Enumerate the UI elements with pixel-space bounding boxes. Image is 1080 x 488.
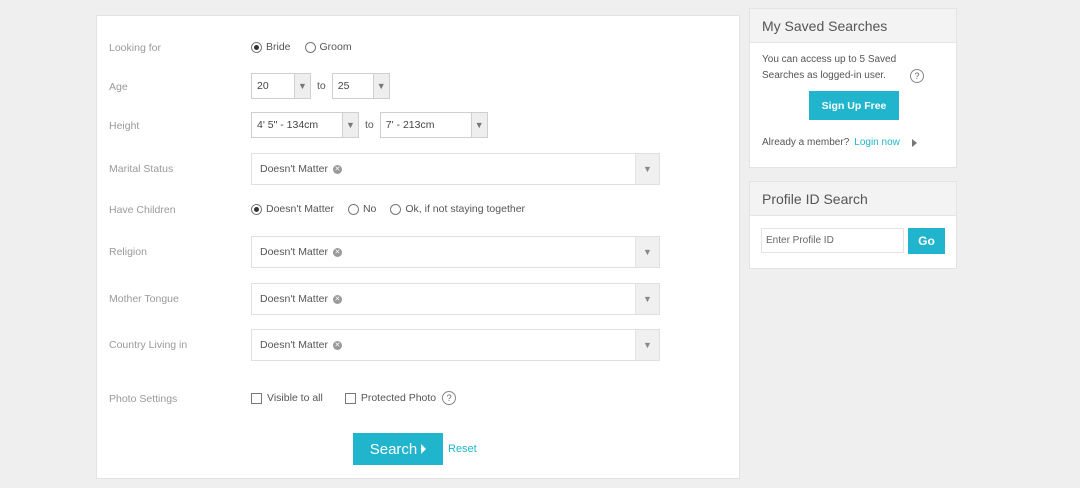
radio-doesnt-matter-icon[interactable]: [251, 203, 262, 215]
radio-no-icon[interactable]: [347, 203, 359, 215]
reset-link[interactable]: Reset: [448, 443, 477, 455]
radio-ok-not-staying[interactable]: Ok, if not staying together: [390, 203, 525, 215]
selected-tag: Doesn't Matter ✕: [260, 339, 342, 351]
age-from-select[interactable]: 20 ▼: [251, 73, 311, 99]
height-label: Height: [109, 120, 140, 132]
height-from-select[interactable]: 4' 5" - 134cm ▼: [251, 112, 359, 138]
radio-doesnt-matter[interactable]: Doesn't Matter: [251, 203, 334, 215]
chevron-down-icon[interactable]: ▼: [635, 154, 659, 184]
member-line: Already a member? Login now: [762, 137, 917, 148]
looking-for-label: Looking for: [109, 42, 161, 54]
chevron-down-icon[interactable]: ▼: [372, 74, 389, 98]
chevron-down-icon[interactable]: ▼: [342, 113, 358, 137]
radio-bride[interactable]: Bride: [251, 41, 291, 53]
chevron-down-icon[interactable]: ▼: [635, 237, 659, 267]
looking-for-options: Bride Groom: [251, 41, 366, 53]
radio-ok-not-staying-icon[interactable]: [390, 203, 402, 215]
search-button[interactable]: Search: [353, 433, 443, 465]
profile-id-search-panel: Profile ID Search Go: [749, 181, 957, 269]
age-to-text: to: [317, 80, 326, 92]
photo-settings-label: Photo Settings: [109, 393, 178, 405]
country-select[interactable]: Doesn't Matter ✕ ▼: [251, 329, 660, 361]
checkbox-visible-icon[interactable]: [251, 392, 262, 404]
country-label: Country Living in: [109, 339, 188, 351]
radio-groom[interactable]: Groom: [304, 41, 352, 53]
arrow-right-icon[interactable]: [911, 138, 917, 147]
radio-bride-icon[interactable]: [251, 41, 262, 53]
marital-status-label: Marital Status: [109, 163, 174, 175]
have-children-options: Doesn't Matter No Ok, if not staying tog…: [251, 203, 539, 215]
selected-tag: Doesn't Matter ✕: [260, 293, 342, 305]
mother-tongue-label: Mother Tongue: [109, 293, 179, 305]
saved-searches-text: You can access up to 5 Saved Searches as…: [762, 54, 897, 81]
have-children-label: Have Children: [109, 204, 176, 216]
checkbox-protected-photo[interactable]: Protected Photo: [344, 392, 436, 404]
chevron-down-icon[interactable]: ▼: [470, 113, 487, 137]
selected-tag: Doesn't Matter ✕: [260, 246, 342, 258]
height-to-select[interactable]: 7' - 213cm ▼: [379, 112, 488, 138]
age-to-select[interactable]: 25 ▼: [331, 73, 390, 99]
remove-icon[interactable]: ✕: [332, 164, 342, 174]
chevron-down-icon[interactable]: ▼: [635, 330, 659, 360]
profile-id-search-title: Profile ID Search: [750, 182, 956, 216]
remove-icon[interactable]: ✕: [332, 340, 342, 350]
checkbox-visible-to-all[interactable]: Visible to all: [251, 392, 323, 404]
search-form-panel: Looking for Bride Groom Age 20 ▼ to 25 ▼…: [96, 15, 740, 479]
chevron-down-icon[interactable]: ▼: [294, 74, 310, 98]
go-button[interactable]: Go: [908, 228, 945, 254]
saved-searches-panel: My Saved Searches You can access up to 5…: [749, 8, 957, 168]
help-icon[interactable]: ?: [910, 69, 924, 83]
remove-icon[interactable]: ✕: [332, 294, 342, 304]
radio-no[interactable]: No: [347, 203, 376, 215]
mother-tongue-select[interactable]: Doesn't Matter ✕ ▼: [251, 283, 660, 315]
saved-searches-title: My Saved Searches: [750, 9, 956, 43]
radio-groom-icon[interactable]: [304, 41, 316, 53]
login-link[interactable]: Login now: [854, 137, 900, 148]
religion-label: Religion: [109, 246, 147, 258]
chevron-down-icon[interactable]: ▼: [635, 284, 659, 314]
checkbox-protected-icon[interactable]: [344, 392, 356, 404]
marital-status-select[interactable]: Doesn't Matter ✕ ▼: [251, 153, 660, 185]
selected-tag: Doesn't Matter ✕: [260, 163, 342, 175]
play-arrow-icon: [421, 444, 427, 454]
profile-id-input[interactable]: [761, 228, 904, 253]
remove-icon[interactable]: ✕: [332, 247, 342, 257]
age-label: Age: [109, 81, 128, 93]
help-icon[interactable]: ?: [442, 391, 457, 405]
sign-up-button[interactable]: Sign Up Free: [809, 91, 899, 120]
height-to-text: to: [365, 119, 374, 131]
religion-select[interactable]: Doesn't Matter ✕ ▼: [251, 236, 660, 268]
